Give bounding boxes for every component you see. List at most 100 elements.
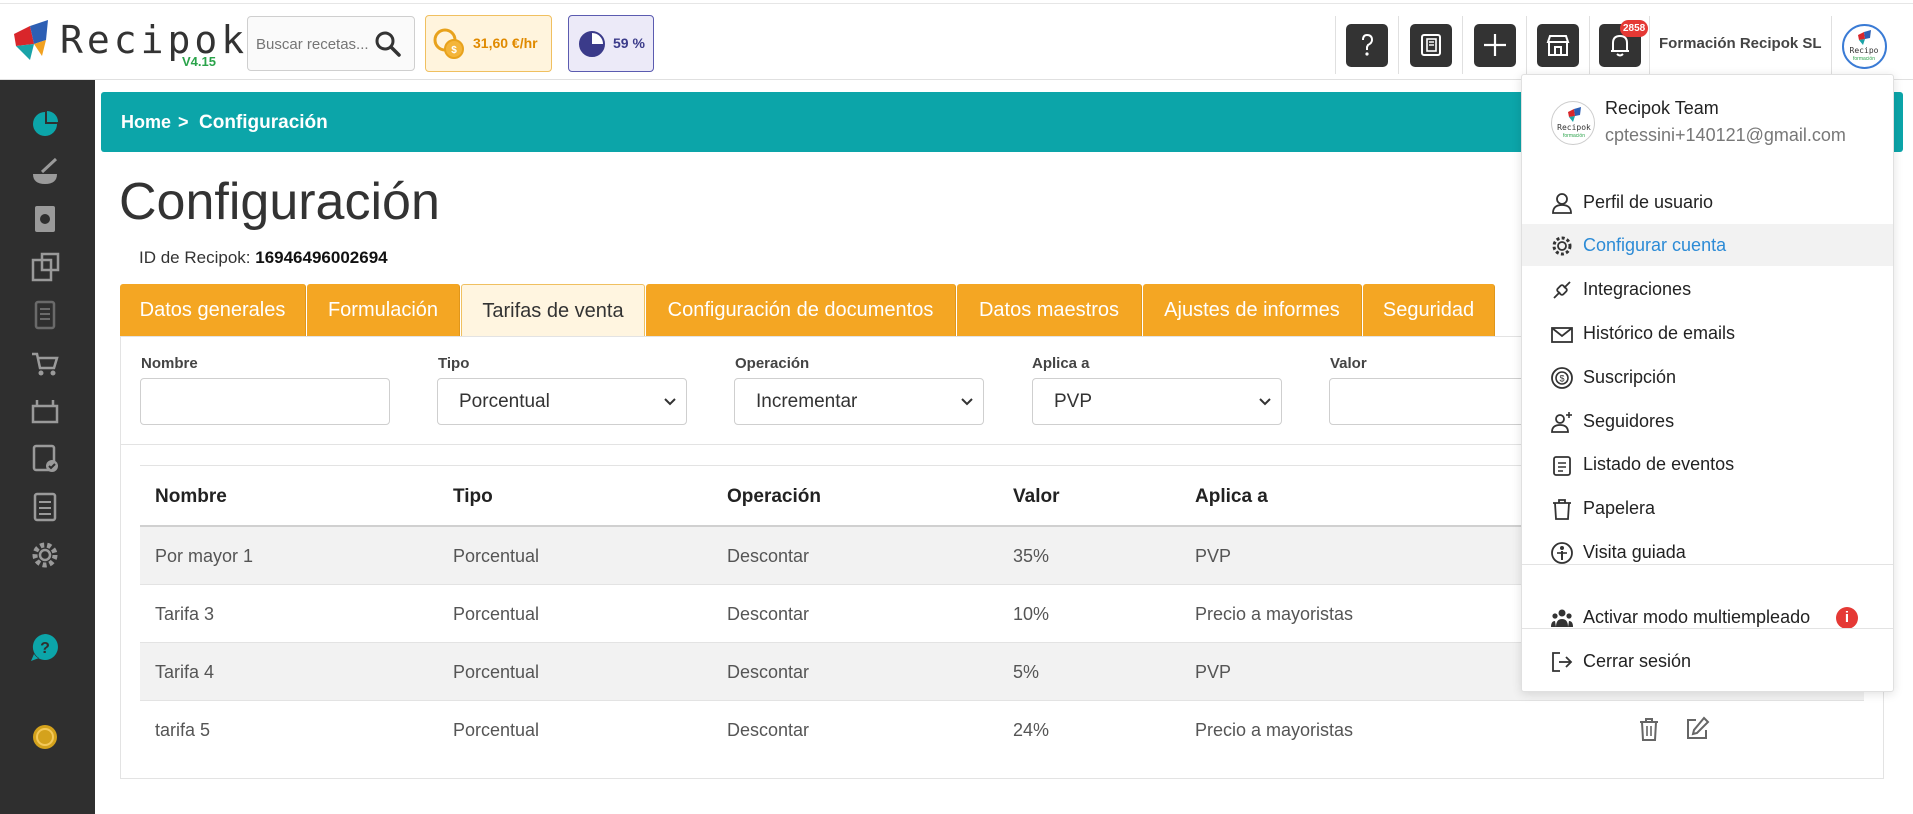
- menu-item-label: Visita guiada: [1583, 542, 1686, 562]
- chevron-down-icon: [1259, 398, 1271, 406]
- svg-text:Recipok: Recipok: [1557, 123, 1591, 132]
- menu-item-seguidores[interactable]: Seguidores: [1522, 400, 1893, 442]
- menu-item-configurar-cuenta[interactable]: Configurar cuenta: [1522, 224, 1893, 266]
- menu-item-label: Histórico de emails: [1583, 323, 1736, 343]
- menu-item-listado-eventos[interactable]: Listado de eventos: [1522, 443, 1893, 485]
- user-menu-dropdown: Recipok formación Recipok Team cptessini…: [1521, 74, 1894, 692]
- app-logo[interactable]: Recipok V4.15: [6, 14, 244, 70]
- sidebar-item-help[interactable]: ?: [28, 630, 62, 664]
- toolbar-divider: [1462, 16, 1463, 74]
- logo-text: Recipok: [60, 18, 249, 62]
- valor-input[interactable]: [1329, 378, 1529, 425]
- logout-icon: [1552, 652, 1573, 672]
- column-header-operacion[interactable]: Operación: [727, 486, 821, 508]
- store-button[interactable]: [1537, 24, 1579, 67]
- sidebar-item-settings[interactable]: [28, 538, 62, 572]
- store-icon: [1546, 35, 1570, 56]
- svg-text:$: $: [1559, 374, 1564, 384]
- edit-icon[interactable]: [1684, 716, 1710, 742]
- sidebar-item-inventory[interactable]: [28, 250, 62, 284]
- toolbar-divider: [1589, 16, 1590, 74]
- sidebar-item-notebook[interactable]: [28, 202, 62, 236]
- documents-button[interactable]: [1410, 24, 1452, 67]
- inventory-icon: [31, 252, 60, 282]
- menu-item-suscripcion[interactable]: $ Suscripción: [1522, 356, 1893, 398]
- document-icon: [1421, 34, 1441, 56]
- menu-item-label: Suscripción: [1583, 367, 1677, 387]
- delete-icon[interactable]: [1636, 716, 1662, 742]
- column-header-nombre[interactable]: Nombre: [155, 486, 227, 508]
- cost-per-hour-badge[interactable]: $ 31,60 €/hr: [425, 15, 552, 72]
- menu-item-integraciones[interactable]: Integraciones: [1522, 268, 1893, 310]
- aplica-select-value: PVP: [1054, 391, 1093, 412]
- tab-tarifas-de-venta[interactable]: Tarifas de venta: [461, 284, 645, 336]
- breadcrumb-separator: >: [178, 112, 189, 132]
- table-row[interactable]: tarifa 5 Porcentual Descontar 24% Precio…: [140, 701, 1864, 759]
- operacion-select-value: Incrementar: [756, 391, 858, 412]
- toolbar-divider: [1335, 16, 1336, 74]
- percent-value: 59 %: [613, 35, 645, 51]
- user-avatar[interactable]: Recipo formación: [1842, 24, 1887, 69]
- sidebar-item-coin[interactable]: [28, 720, 62, 754]
- search-icon[interactable]: [374, 30, 402, 58]
- operacion-select[interactable]: Incrementar: [734, 378, 984, 425]
- menu-item-multiempleado[interactable]: Activar modo multiempleado i: [1522, 596, 1893, 638]
- avatar-logo-icon: Recipo formación: [1850, 30, 1879, 62]
- menu-item-historico-emails[interactable]: Histórico de emails: [1522, 312, 1893, 354]
- tab-datos-generales[interactable]: Datos generales: [120, 284, 306, 336]
- sidebar-item-checklist[interactable]: [28, 490, 62, 524]
- sidebar-item-reports[interactable]: [28, 442, 62, 476]
- info-icon[interactable]: i: [1836, 607, 1858, 629]
- search-input[interactable]: [256, 31, 376, 57]
- column-header-tipo[interactable]: Tipo: [453, 486, 493, 508]
- search-box[interactable]: [247, 16, 415, 71]
- column-header-valor[interactable]: Valor: [1013, 486, 1059, 508]
- settings-icon: [32, 542, 58, 568]
- tab-formulacion[interactable]: Formulación: [307, 284, 460, 336]
- cell-tipo: Porcentual: [453, 662, 540, 682]
- menu-item-perfil[interactable]: Perfil de usuario: [1522, 181, 1893, 223]
- menu-item-cerrar-sesion[interactable]: Cerrar sesión: [1522, 640, 1893, 682]
- operacion-label: Operación: [735, 355, 810, 372]
- tab-datos-maestros[interactable]: Datos maestros: [957, 284, 1142, 336]
- menu-item-label: Activar modo multiempleado: [1583, 607, 1811, 627]
- help-button[interactable]: [1346, 24, 1388, 67]
- sidebar-item-dashboard[interactable]: [28, 106, 62, 140]
- recipok-id-value: 16946496002694: [255, 248, 388, 267]
- sidebar-item-lists[interactable]: [28, 298, 62, 332]
- svg-text:formación: formación: [1563, 133, 1585, 139]
- sidebar-item-recipes[interactable]: [28, 154, 62, 188]
- recipok-id: ID de Recipok: 16946496002694: [139, 248, 388, 268]
- menu-item-label: Perfil de usuario: [1583, 192, 1714, 212]
- checklist-icon: [33, 492, 57, 522]
- menu-user-name: Recipok Team: [1605, 98, 1719, 118]
- percent-badge[interactable]: 59 %: [568, 15, 654, 72]
- top-bar: Recipok V4.15 $ 31,60 €/hr 59 %: [0, 0, 1913, 80]
- cell-valor: 35%: [1013, 546, 1050, 566]
- tipo-select[interactable]: Porcentual: [437, 378, 687, 425]
- coin-icon: [33, 725, 57, 749]
- cell-tipo: Porcentual: [453, 604, 540, 624]
- company-name[interactable]: Formación Recipok SL: [1659, 35, 1822, 52]
- cell-aplica: PVP: [1195, 662, 1232, 682]
- trash-icon: [1553, 499, 1571, 520]
- menu-item-papelera[interactable]: Papelera: [1522, 487, 1893, 529]
- recipe-icon: [33, 157, 58, 184]
- aplica-select[interactable]: PVP: [1032, 378, 1282, 425]
- svg-text:formación: formación: [1853, 56, 1875, 62]
- column-header-aplica[interactable]: Aplica a: [1195, 486, 1268, 508]
- cell-operacion: Descontar: [727, 546, 810, 566]
- plus-icon: [1484, 34, 1506, 56]
- nombre-input[interactable]: [140, 378, 390, 425]
- sidebar-item-shopping[interactable]: [28, 346, 62, 380]
- cell-aplica: Precio a mayoristas: [1195, 604, 1354, 624]
- add-button[interactable]: [1474, 24, 1516, 67]
- integrations-icon: [1553, 281, 1571, 299]
- toolbar-divider: [1398, 16, 1399, 74]
- menu-item-visita-guiada[interactable]: Visita guiada: [1522, 531, 1893, 573]
- sidebar-item-delivery[interactable]: [28, 394, 62, 428]
- tab-ajustes-informes[interactable]: Ajustes de informes: [1143, 284, 1362, 336]
- tab-configuracion-documentos[interactable]: Configuración de documentos: [646, 284, 956, 336]
- breadcrumb-home-link[interactable]: Home: [121, 112, 171, 133]
- tab-seguridad[interactable]: Seguridad: [1363, 284, 1495, 336]
